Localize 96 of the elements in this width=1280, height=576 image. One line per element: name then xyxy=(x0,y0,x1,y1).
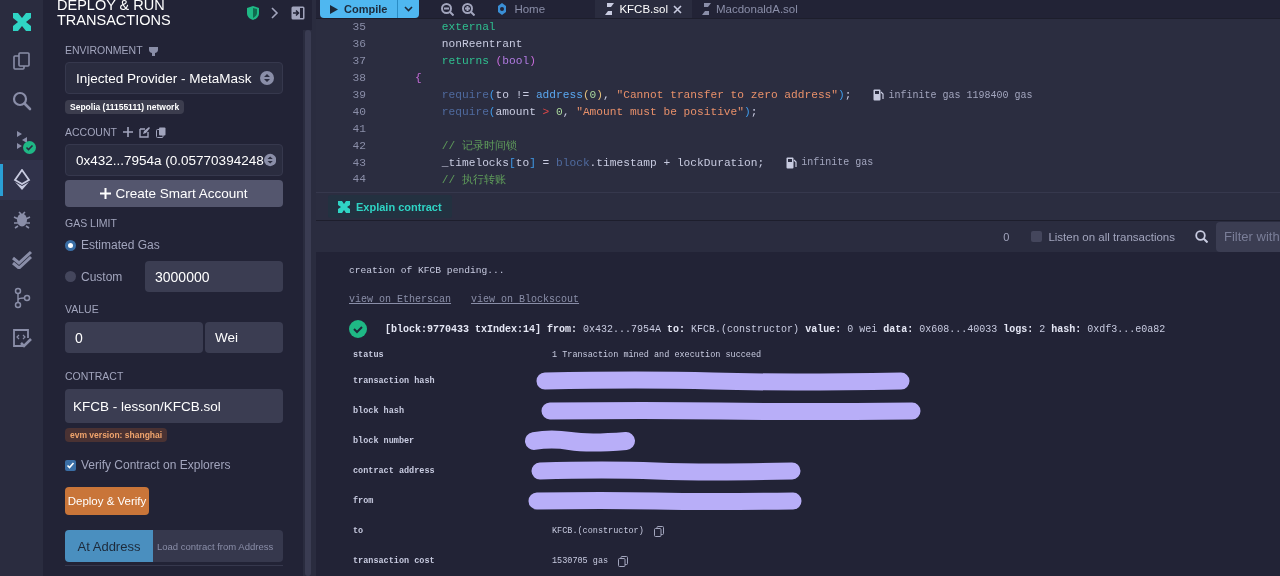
receipt-value: 1 Transaction mined and execution succeed xyxy=(552,350,762,360)
create-smart-account-button[interactable]: Create Smart Account xyxy=(65,180,283,207)
receipt-key: block hash xyxy=(349,406,552,416)
receipt-key: contract address xyxy=(349,466,552,476)
environment-select[interactable]: Injected Provider - MetaMask xyxy=(65,62,283,94)
search-icon[interactable] xyxy=(1195,230,1208,243)
evm-version-badge: evm version: shanghai xyxy=(65,428,168,442)
code-line: nonReentrant xyxy=(440,38,523,51)
search-icon[interactable] xyxy=(11,90,32,111)
receipt-key: status xyxy=(349,350,552,360)
contract-select[interactable]: KFCB - lesson/KFCB.sol xyxy=(65,389,283,423)
address-field[interactable]: Load contract from Address xyxy=(153,530,283,562)
gas-estimate: infinite gas 1198400 gas xyxy=(888,89,1033,101)
code-line: returns (bool) xyxy=(440,55,536,68)
code-line: { xyxy=(415,72,422,85)
section-label: VALUE xyxy=(65,303,99,317)
section-label: ACCOUNT xyxy=(65,126,117,138)
copy-icon[interactable] xyxy=(618,555,629,567)
receipt-value: 1530705 gas xyxy=(552,556,609,566)
line-number: 43 xyxy=(351,156,366,169)
plus-icon xyxy=(100,188,112,199)
line-number: 38 xyxy=(351,72,366,85)
listen-checkbox[interactable]: Listen on all transactions xyxy=(1031,230,1175,243)
section-label: GAS LIMIT xyxy=(65,217,117,231)
code-line: _timelocks[to] = block.timestamp + lockDuration; xyxy=(440,156,765,169)
at-address-button[interactable]: At Address xyxy=(65,530,153,562)
up-down-icon xyxy=(260,71,274,85)
log-message: creation of KFCB pending... xyxy=(349,265,506,277)
receipt-key: from xyxy=(349,496,552,506)
fuel-pump-icon xyxy=(786,156,798,169)
file-tab[interactable]: Home xyxy=(485,0,596,18)
fuel-pump-icon xyxy=(873,89,885,101)
section-label: CONTRACT xyxy=(65,370,124,384)
verified-document-icon[interactable] xyxy=(10,326,33,349)
line-number: 41 xyxy=(351,122,366,135)
file-tab[interactable]: MacdonaldA.sol xyxy=(692,0,808,18)
bug-icon[interactable] xyxy=(11,209,32,230)
receipt-key: transaction hash xyxy=(349,376,552,386)
files-icon[interactable] xyxy=(11,51,32,72)
line-number: 36 xyxy=(351,38,366,51)
line-number: 37 xyxy=(351,55,366,68)
zoom-in-icon[interactable] xyxy=(462,2,476,16)
value-field[interactable]: 0 xyxy=(65,322,203,353)
receipt-key: block number xyxy=(349,436,552,446)
file-tab[interactable]: KFCB.sol xyxy=(595,0,692,18)
code-line: require(to != address(0), "Cannot transfer to zero address"); xyxy=(440,89,852,101)
radio-option[interactable]: Custom xyxy=(65,269,135,284)
sparkle-icon xyxy=(338,200,350,213)
filter-field[interactable]: Filter with xyxy=(1216,221,1280,252)
file-logo-icon xyxy=(605,3,615,15)
chevron-down-icon xyxy=(404,6,414,12)
receipt-key: to xyxy=(349,526,552,536)
section-label: ENVIRONMENT xyxy=(65,44,143,56)
line-number: 44 xyxy=(351,173,366,186)
edit-icon[interactable] xyxy=(138,126,150,138)
close-icon[interactable] xyxy=(673,4,682,14)
explain-contract-button[interactable]: Explain contract xyxy=(328,195,452,218)
plug-icon xyxy=(148,44,158,56)
deploy-verify-button[interactable]: Deploy & Verify xyxy=(65,487,149,515)
line-number: 40 xyxy=(351,105,366,118)
copy-icon[interactable] xyxy=(653,525,664,537)
code-line: // 执行转账 xyxy=(440,172,506,187)
file-logo-icon xyxy=(702,3,711,15)
line-number: 35 xyxy=(351,21,366,34)
plus-icon[interactable] xyxy=(122,127,133,137)
line-number: 42 xyxy=(351,139,366,152)
play-icon xyxy=(330,4,338,14)
transaction-count: 0 xyxy=(1003,230,1010,243)
logo-icon[interactable] xyxy=(10,10,33,33)
chevron-right-icon[interactable] xyxy=(271,7,279,19)
unit-select[interactable]: Wei xyxy=(205,322,283,353)
scrollbar-thumb[interactable] xyxy=(305,30,311,576)
verify-checkbox[interactable]: Verify Contract on Explorers xyxy=(65,458,231,472)
zoom-out-icon[interactable] xyxy=(441,2,455,16)
transaction-summary: [block:9770433 txIndex:14] from: 0x432...7954A to: KFCB.(constructor) value: 0 wei data: 0x608...40033 logs: 2 hash: 0xdf3...e0a82 xyxy=(385,323,1166,335)
code-line: // 记录时间锁 xyxy=(440,139,517,154)
double-check-icon[interactable] xyxy=(10,248,33,269)
network-badge: Sepolia (11155111) network xyxy=(65,100,185,114)
gas-estimate: infinite gas xyxy=(801,157,874,169)
panel-title: DEPLOY & RUN TRANSACTIONS xyxy=(57,0,172,28)
receipt-key: transaction cost xyxy=(349,556,552,566)
up-down-icon xyxy=(263,153,276,167)
explorer-link[interactable]: view on Etherscan xyxy=(349,294,452,305)
copy-icon[interactable] xyxy=(155,126,166,138)
code-line: require(amount > 0, "Amount must be positive"); xyxy=(440,105,758,118)
shield-icon[interactable] xyxy=(247,6,259,20)
gas-limit-field[interactable]: 3000000 xyxy=(145,261,283,292)
receipt-value: KFCB.(constructor) xyxy=(552,526,644,536)
code-line: external xyxy=(440,21,496,34)
line-number: 39 xyxy=(351,89,366,101)
radio-option[interactable]: Estimated Gas xyxy=(65,238,160,252)
panel-toggle-icon[interactable] xyxy=(291,6,305,20)
branch-icon[interactable] xyxy=(12,287,31,310)
account-select[interactable]: 0x432...7954a (0.05770394248 xyxy=(65,144,283,176)
ethereum-icon[interactable] xyxy=(11,168,32,191)
explorer-link[interactable]: view on Blockscout xyxy=(471,294,580,305)
